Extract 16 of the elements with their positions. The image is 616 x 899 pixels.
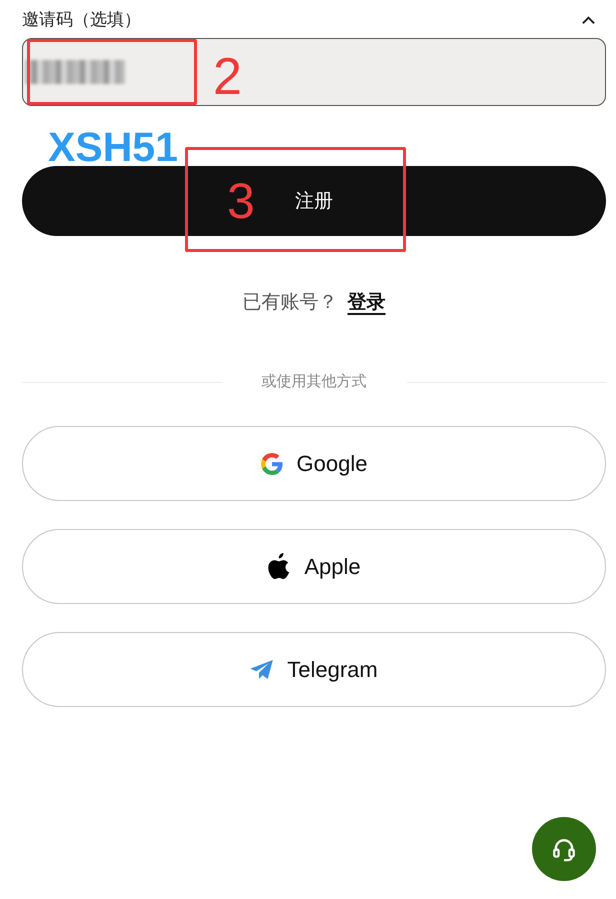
annotation-number: 3 bbox=[227, 176, 255, 226]
annotation-note: XSH51 bbox=[48, 129, 178, 165]
headset-icon bbox=[551, 836, 577, 862]
divider-label: 或使用其他方式 bbox=[262, 372, 366, 392]
paper-plane-icon bbox=[250, 660, 274, 679]
social-login-button[interactable]: Google bbox=[22, 426, 606, 501]
field-label: 邀请码（选填） bbox=[22, 9, 141, 31]
g-logo-icon bbox=[260, 452, 283, 474]
social-login-button[interactable]: Telegram bbox=[22, 632, 606, 707]
invite-code-field[interactable] bbox=[22, 38, 606, 106]
apple-icon bbox=[267, 553, 290, 580]
chevron-up-icon[interactable] bbox=[581, 15, 596, 25]
annotation-number: 2 bbox=[213, 51, 242, 103]
login-prompt: 已有账号？ bbox=[242, 291, 338, 315]
login-link[interactable]: 登录 bbox=[348, 291, 386, 315]
social-login-button[interactable]: Apple bbox=[22, 529, 606, 604]
